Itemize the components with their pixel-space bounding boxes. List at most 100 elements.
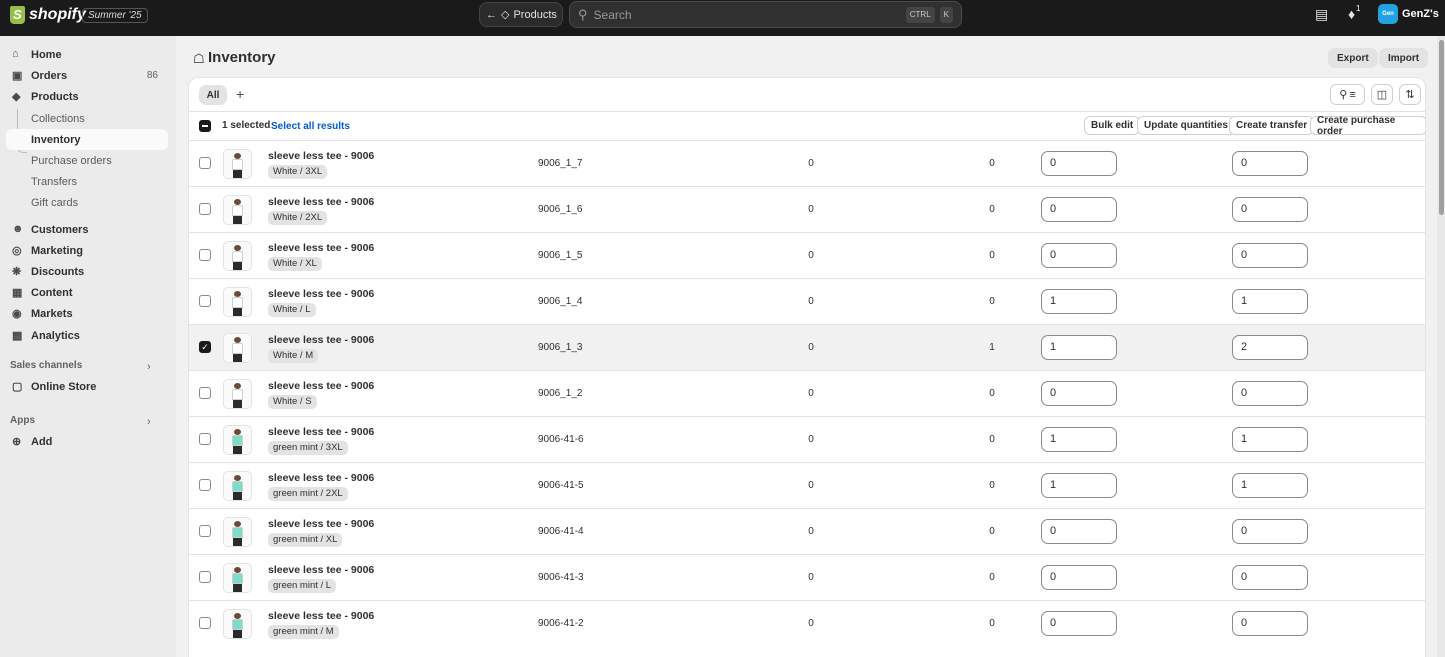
unavailable-qty[interactable]: 0: [801, 388, 821, 399]
sidebar-item-add-app[interactable]: ⊕ Add: [6, 431, 168, 452]
product-thumbnail[interactable]: [223, 195, 252, 225]
available-qty-input[interactable]: 0: [1041, 381, 1117, 406]
product-name[interactable]: sleeve less tee - 9006: [268, 380, 374, 392]
on-hand-qty-input[interactable]: 0: [1232, 381, 1308, 406]
product-name[interactable]: sleeve less tee - 9006: [268, 196, 374, 208]
table-row[interactable]: sleeve less tee - 9006 green mint / 3XL 90…: [189, 416, 1425, 462]
tab-all[interactable]: All: [199, 85, 227, 105]
sidebar-item-markets[interactable]: ◉ Markets: [6, 303, 168, 324]
product-thumbnail[interactable]: [223, 149, 252, 179]
columns-button[interactable]: ◫: [1371, 84, 1393, 105]
table-row[interactable]: sleeve less tee - 9006 green mint / M 9006…: [189, 600, 1425, 646]
sidebar-item-purchase-orders[interactable]: Purchase orders: [6, 150, 168, 171]
shopify-logo[interactable]: shopify: [10, 6, 86, 24]
table-row[interactable]: sleeve less tee - 9006 White / 2XL 9006_1_…: [189, 186, 1425, 232]
edition-badge[interactable]: Summer '25: [82, 8, 148, 23]
available-qty-input[interactable]: 1: [1041, 289, 1117, 314]
create-transfer-button[interactable]: Create transfer: [1229, 116, 1315, 135]
on-hand-qty-input[interactable]: 0: [1232, 611, 1308, 636]
sidebar-item-transfers[interactable]: Transfers: [6, 171, 168, 192]
product-thumbnail[interactable]: [223, 241, 252, 271]
unavailable-qty[interactable]: 0: [801, 618, 821, 629]
table-row[interactable]: sleeve less tee - 9006 White / 3XL 9006_1_…: [189, 140, 1425, 186]
available-qty-input[interactable]: 0: [1041, 611, 1117, 636]
product-name[interactable]: sleeve less tee - 9006: [268, 518, 374, 530]
export-button[interactable]: Export: [1328, 48, 1378, 68]
table-row[interactable]: sleeve less tee - 9006 White / S 9006_1_2 0…: [189, 370, 1425, 416]
row-checkbox[interactable]: [199, 479, 211, 491]
search-input[interactable]: ⚲ Search CTRL K: [569, 1, 962, 28]
search-filter-button[interactable]: ⚲ ≡: [1330, 84, 1365, 105]
bulk-edit-button[interactable]: Bulk edit: [1084, 116, 1141, 135]
available-qty-input[interactable]: 1: [1041, 427, 1117, 452]
sidebar-item-discounts[interactable]: ❋ Discounts: [6, 261, 168, 282]
unavailable-qty[interactable]: 0: [801, 434, 821, 445]
sidebar-item-online-store[interactable]: ▢ Online Store: [6, 376, 168, 397]
product-name[interactable]: sleeve less tee - 9006: [268, 288, 374, 300]
on-hand-qty-input[interactable]: 0: [1232, 519, 1308, 544]
select-all-checkbox[interactable]: [199, 120, 211, 132]
chevron-right-icon[interactable]: ›: [147, 416, 151, 428]
apps-heading[interactable]: Apps: [10, 415, 35, 426]
product-thumbnail[interactable]: [223, 425, 252, 455]
unavailable-qty[interactable]: 0: [801, 342, 821, 353]
available-qty-input[interactable]: 0: [1041, 565, 1117, 590]
import-button[interactable]: Import: [1379, 48, 1429, 68]
available-qty-input[interactable]: 1: [1041, 335, 1117, 360]
row-checkbox[interactable]: [199, 249, 211, 261]
product-name[interactable]: sleeve less tee - 9006: [268, 564, 374, 576]
product-thumbnail[interactable]: [223, 287, 252, 317]
on-hand-qty-input[interactable]: 2: [1232, 335, 1308, 360]
unavailable-qty[interactable]: 0: [801, 158, 821, 169]
product-thumbnail[interactable]: [223, 517, 252, 547]
update-quantities-button[interactable]: Update quantities: [1137, 116, 1235, 135]
product-name[interactable]: sleeve less tee - 9006: [268, 242, 374, 254]
on-hand-qty-input[interactable]: 1: [1232, 289, 1308, 314]
unavailable-qty[interactable]: 0: [801, 526, 821, 537]
table-row[interactable]: ✓ sleeve less tee - 9006 White / M 9006_1_3…: [189, 324, 1425, 370]
sales-channels-heading[interactable]: Sales channels: [10, 360, 82, 371]
unavailable-qty[interactable]: 0: [801, 250, 821, 261]
product-name[interactable]: sleeve less tee - 9006: [268, 610, 374, 622]
sidebar-item-content[interactable]: ▦ Content: [6, 282, 168, 303]
available-qty-input[interactable]: 0: [1041, 243, 1117, 268]
table-row[interactable]: sleeve less tee - 9006 green mint / XL 900…: [189, 508, 1425, 554]
create-purchase-order-button[interactable]: Create purchase order: [1310, 115, 1425, 137]
table-row[interactable]: sleeve less tee - 9006 green mint / 2XL 90…: [189, 462, 1425, 508]
unavailable-qty[interactable]: 0: [801, 296, 821, 307]
product-name[interactable]: sleeve less tee - 9006: [268, 334, 374, 346]
on-hand-qty-input[interactable]: 0: [1232, 151, 1308, 176]
unavailable-qty[interactable]: 0: [801, 204, 821, 215]
row-checkbox[interactable]: [199, 295, 211, 307]
product-name[interactable]: sleeve less tee - 9006: [268, 150, 374, 162]
unavailable-qty[interactable]: 0: [801, 480, 821, 491]
row-checkbox[interactable]: [199, 387, 211, 399]
row-checkbox[interactable]: [199, 617, 211, 629]
product-thumbnail[interactable]: [223, 379, 252, 409]
sidebar-item-analytics[interactable]: ▩ Analytics: [6, 325, 168, 346]
on-hand-qty-input[interactable]: 0: [1232, 243, 1308, 268]
account-menu[interactable]: Gen GenZ's: [1378, 4, 1439, 24]
sidebar-item-products[interactable]: ◆ Products: [6, 86, 168, 107]
sidebar-item-home[interactable]: ⌂ Home: [6, 44, 168, 65]
back-to-products-button[interactable]: ← ◇ Products: [479, 2, 563, 27]
sidebar-item-inventory[interactable]: Inventory: [6, 129, 168, 150]
sidebar-item-orders[interactable]: ▣ Orders 86: [6, 65, 168, 86]
sort-button[interactable]: ⇅: [1399, 84, 1421, 105]
on-hand-qty-input[interactable]: 1: [1232, 473, 1308, 498]
on-hand-qty-input[interactable]: 0: [1232, 197, 1308, 222]
sidebar-item-marketing[interactable]: ◎ Marketing: [6, 240, 168, 261]
product-thumbnail[interactable]: [223, 471, 252, 501]
inbox-icon[interactable]: ▤: [1315, 6, 1328, 23]
chevron-right-icon[interactable]: ›: [147, 361, 151, 373]
row-checkbox[interactable]: [199, 157, 211, 169]
bell-icon[interactable]: ♦: [1348, 6, 1355, 22]
scrollbar-thumb[interactable]: [1439, 40, 1444, 215]
sidebar-item-gift-cards[interactable]: Gift cards: [6, 192, 168, 213]
row-checkbox[interactable]: [199, 203, 211, 215]
row-checkbox[interactable]: [199, 433, 211, 445]
product-thumbnail[interactable]: [223, 609, 252, 639]
table-row[interactable]: sleeve less tee - 9006 green mint / L 9006…: [189, 554, 1425, 600]
sidebar-item-collections[interactable]: Collections: [6, 108, 168, 129]
row-checkbox[interactable]: [199, 571, 211, 583]
